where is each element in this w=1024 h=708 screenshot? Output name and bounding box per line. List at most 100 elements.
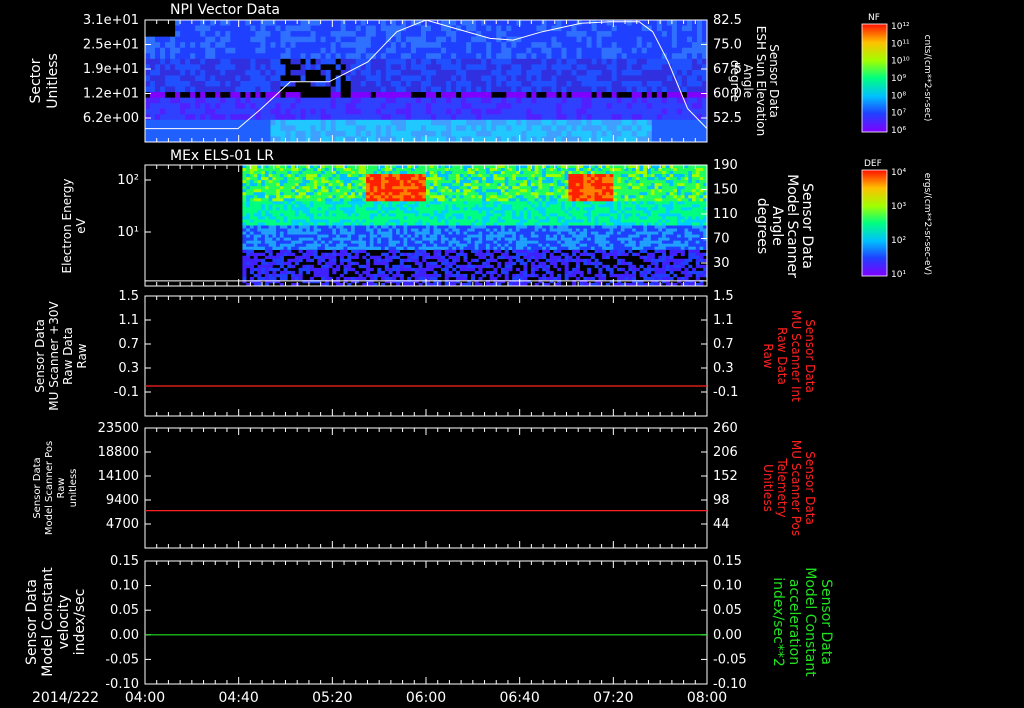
npi-cell [681, 75, 688, 82]
npi-cell [561, 69, 567, 76]
npi-cell [230, 25, 236, 32]
npi-cell [300, 25, 306, 32]
npi-cell [681, 20, 688, 26]
els-cell [426, 237, 431, 241]
npi-cell [676, 119, 683, 126]
npi-cell [365, 108, 372, 115]
els-cell [369, 198, 374, 202]
npi-cell [596, 86, 603, 93]
npi-cell [360, 53, 367, 60]
els-cell [377, 198, 382, 202]
npi-cell [420, 103, 427, 110]
els-cell [411, 252, 416, 257]
npi-cell [265, 81, 271, 87]
npi-cell [491, 58, 497, 65]
npi-cell [426, 42, 432, 49]
npi-cell [446, 53, 452, 60]
npi-cell [345, 47, 352, 54]
els-cell [347, 195, 352, 199]
els-cell [437, 201, 442, 205]
els-cell [485, 246, 490, 250]
els-cell [411, 177, 416, 181]
els-cell [373, 219, 378, 223]
els-cell [452, 267, 457, 272]
els-cell [455, 201, 461, 205]
els-cell [298, 204, 303, 208]
els-cell [485, 168, 490, 172]
els-cell [467, 219, 472, 223]
npi-cell [496, 125, 502, 132]
els-cell [433, 168, 438, 172]
npi-cell [165, 86, 171, 93]
els-cell [440, 213, 446, 217]
els-cell [302, 234, 307, 238]
npi-cell [360, 42, 367, 49]
els-cell [414, 222, 419, 226]
npi-cell [360, 92, 367, 99]
npi-cell [275, 81, 281, 87]
els-cell [309, 195, 314, 199]
npi-cell [190, 42, 196, 49]
npi-cell [305, 47, 311, 54]
els-cell [369, 183, 374, 187]
els-cell [332, 186, 337, 190]
els-cell [433, 225, 438, 229]
els-cell [474, 216, 479, 220]
els-cell [324, 198, 329, 202]
npi-cell [661, 130, 668, 137]
npi-cell [671, 36, 678, 43]
npi-cell [345, 42, 352, 49]
els-cell [396, 201, 401, 205]
npi-cell [591, 97, 598, 104]
npi-cell [335, 20, 342, 26]
npi-cell [556, 86, 562, 93]
npi-cell [546, 53, 552, 60]
els-cell [448, 246, 453, 250]
els-cell [347, 204, 352, 208]
npi-cell [601, 97, 608, 104]
npi-cell [325, 92, 332, 99]
cb0-ticks-label-5: 10⁷ [891, 109, 906, 119]
npi-cell [285, 125, 291, 132]
els-cell [369, 255, 374, 260]
els-cell [407, 201, 412, 205]
npi-cell [561, 108, 567, 115]
npi-cell [385, 31, 392, 38]
els-cell [418, 222, 423, 226]
els-cell [440, 258, 446, 263]
npi-cell [486, 86, 492, 93]
npi-cell [691, 64, 698, 71]
npi-cell [651, 42, 658, 49]
npi-cell [476, 108, 482, 115]
npi-cell [320, 42, 327, 49]
npi-cell [325, 31, 332, 38]
npi-cell [285, 20, 291, 26]
npi-cell [631, 47, 638, 54]
npi-cell [415, 81, 422, 87]
npi-cell [656, 69, 663, 76]
npi-cell [330, 53, 337, 60]
npi-cell [285, 108, 291, 115]
npi-cell [451, 69, 457, 76]
npi-cell [235, 36, 241, 43]
els-cell [302, 246, 307, 250]
npi-cell [335, 92, 342, 99]
npi-cell [456, 69, 462, 76]
npi-cell [325, 125, 332, 132]
npi-cell [616, 36, 623, 43]
npi-cell [390, 125, 397, 132]
npi-cell [415, 92, 422, 99]
npi-cell [511, 20, 517, 26]
els-cell [399, 201, 404, 205]
npi-cell [686, 92, 693, 99]
npi-cell [150, 114, 156, 121]
els-cell [489, 270, 494, 275]
els-cell [407, 243, 412, 247]
els-cell [272, 261, 277, 266]
npi-cell [165, 47, 171, 54]
els-cell [384, 255, 389, 260]
els-cell [276, 213, 281, 217]
npi-cell [571, 81, 577, 87]
els-cell [332, 240, 337, 244]
els-cell [377, 255, 382, 260]
